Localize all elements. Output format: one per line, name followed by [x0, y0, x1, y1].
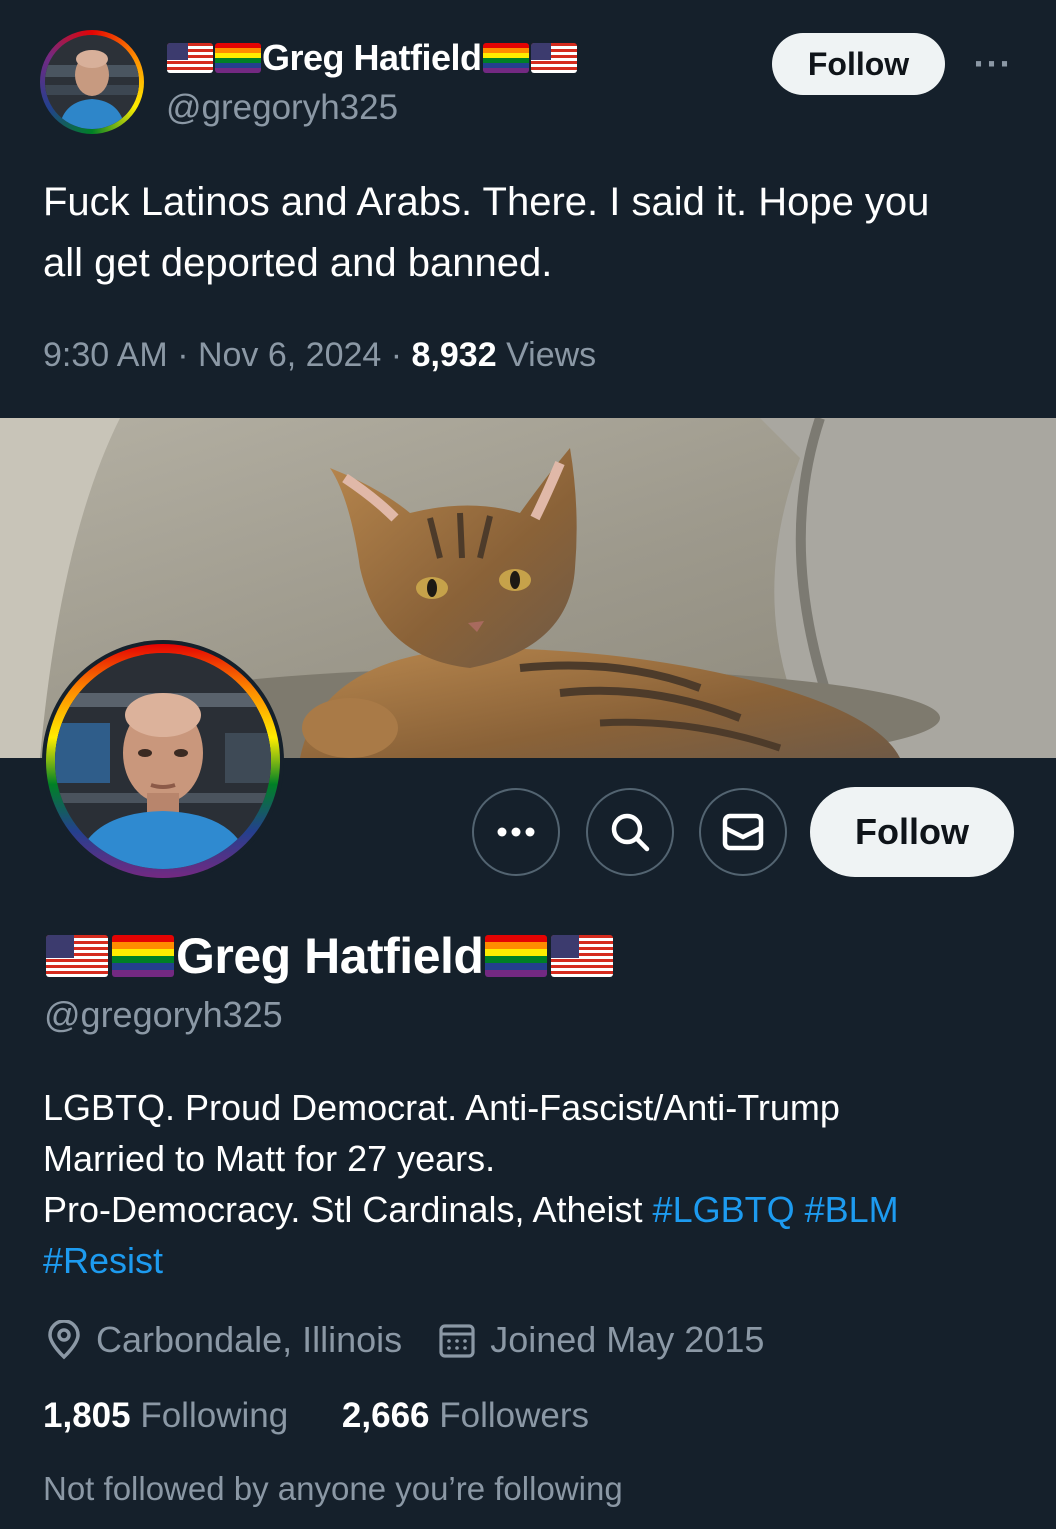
hashtag-link-resist[interactable]: #Resist	[43, 1240, 163, 1281]
joined-text: Joined May 2015	[490, 1319, 765, 1360]
hashtag-link-blm[interactable]: #BLM	[805, 1189, 899, 1230]
tweet-author-avatar[interactable]	[40, 30, 144, 134]
location-text: Carbondale, Illinois	[96, 1319, 403, 1360]
calendar-icon	[439, 1324, 475, 1358]
rainbow-flag-icon	[485, 935, 548, 977]
profile-follow-button[interactable]: Follow	[810, 787, 1014, 877]
avatar-photo	[45, 35, 139, 129]
tweet-more-button[interactable]: ···	[968, 43, 1018, 84]
profile-more-button[interactable]	[472, 788, 560, 876]
rainbow-flag-icon	[215, 43, 261, 73]
following-label: Following	[140, 1396, 289, 1435]
profile-search-button[interactable]	[586, 788, 674, 876]
bio-line: Pro-Democracy. Stl Cardinals, Atheist #L…	[43, 1184, 1033, 1235]
location-icon	[48, 1320, 80, 1360]
tweet-follow-button[interactable]: Follow	[772, 33, 945, 95]
hashtag-link-lgbtq[interactable]: #LGBTQ	[653, 1189, 795, 1230]
tweet-text-line: all get deported and banned.	[43, 241, 553, 285]
followers-count: 2,666	[341, 1396, 430, 1435]
tweet-metadata: 9:30 AM · Nov 6, 2024 · 8,932 Views	[43, 336, 596, 375]
not-followed-note: Not followed by anyone you’re following	[43, 1470, 623, 1507]
profile-message-button[interactable]	[699, 788, 787, 876]
bio-line: LGBTQ. Proud Democrat. Anti-Fascist/Anti…	[43, 1087, 840, 1128]
meta-separator: ·	[381, 336, 412, 374]
tweet-text: Fuck Latinos and Arabs. There. I said it…	[43, 172, 1033, 294]
joined-item: Joined May 2015	[438, 1319, 764, 1361]
bio-line: #Resist	[43, 1235, 1033, 1286]
tweet-author-name-text: Greg Hatfield	[262, 37, 482, 78]
bio-line: Married to Matt for 27 years.	[43, 1138, 496, 1179]
followers-link[interactable]: 2,666 Followers	[342, 1396, 589, 1435]
profile-bio: LGBTQ. Proud Democrat. Anti-Fascist/Anti…	[43, 1082, 1033, 1286]
views-label: Views	[506, 336, 597, 374]
location-item: Carbondale, Illinois	[46, 1319, 402, 1361]
rainbow-flag-icon	[482, 43, 529, 73]
avatar-photo	[55, 653, 271, 869]
us-flag-icon	[530, 43, 577, 73]
tweet-author-name[interactable]: Greg Hatfield	[166, 36, 578, 80]
following-link[interactable]: 1,805 Following	[43, 1396, 288, 1435]
mail-icon	[722, 813, 764, 851]
more-icon	[497, 827, 535, 837]
us-flag-icon	[167, 43, 213, 73]
profile-avatar[interactable]	[42, 640, 284, 882]
meta-separator: ·	[167, 336, 198, 374]
profile-name-text: Greg Hatfield	[176, 928, 484, 984]
profile-meta-row: Carbondale, Illinois Joined May 2015	[46, 1314, 764, 1366]
followers-label: Followers	[439, 1396, 590, 1435]
rainbow-flag-icon	[112, 935, 174, 977]
search-icon	[611, 813, 650, 852]
follow-stats: 1,805 Following 2,666 Followers	[43, 1396, 589, 1436]
tweet-date[interactable]: Nov 6, 2024	[198, 336, 381, 374]
us-flag-icon	[46, 935, 108, 977]
tweet-author-handle[interactable]: @gregoryh325	[166, 88, 398, 128]
profile-handle: @gregoryh325	[44, 994, 283, 1035]
views-count: 8,932	[411, 336, 497, 374]
bio-line-text: Pro-Democracy. Stl Cardinals, Atheist	[43, 1189, 653, 1230]
following-count: 1,805	[43, 1396, 131, 1435]
tweet-time[interactable]: 9:30 AM	[43, 336, 168, 374]
tweet-text-line: Fuck Latinos and Arabs. There. I said it…	[43, 180, 930, 224]
us-flag-icon	[551, 935, 614, 977]
profile-display-name: Greg Hatfield	[44, 926, 615, 986]
